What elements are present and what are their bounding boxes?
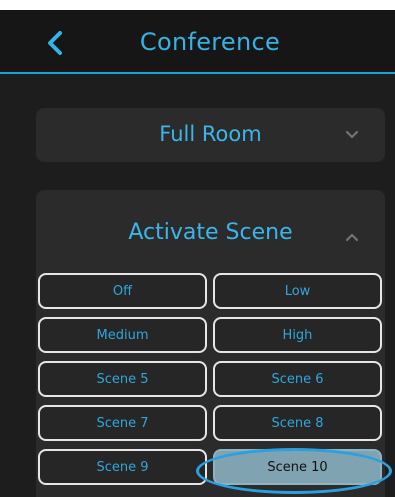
- scene-button-low[interactable]: Low: [213, 273, 382, 309]
- scene-button-scene-6[interactable]: Scene 6: [213, 361, 382, 397]
- header-divider: [0, 72, 395, 74]
- room-selector-label: Full Room: [159, 122, 262, 146]
- scene-button-scene-10[interactable]: Scene 10: [213, 449, 382, 485]
- scene-button-scene-8[interactable]: Scene 8: [213, 405, 382, 441]
- scene-panel-label[interactable]: Activate Scene: [36, 220, 385, 245]
- chevron-down-icon: [345, 128, 359, 142]
- header-bar: Conference: [0, 10, 395, 72]
- app-screen: Conference Full Room Activate Scene Off L…: [0, 10, 395, 497]
- scene-button-high[interactable]: High: [213, 317, 382, 353]
- chevron-up-icon[interactable]: [345, 230, 359, 244]
- scene-button-scene-5[interactable]: Scene 5: [38, 361, 207, 397]
- page-title: Conference: [139, 28, 281, 56]
- chevron-left-icon: [48, 31, 62, 55]
- scene-button-medium[interactable]: Medium: [38, 317, 207, 353]
- scene-button-grid: Off Low Medium High Scene 5 Scene 6 Scene 7 Sce…: [38, 273, 384, 485]
- scene-button-scene-9[interactable]: Scene 9: [38, 449, 207, 485]
- scene-button-scene-7[interactable]: Scene 7: [38, 405, 207, 441]
- room-selector[interactable]: Full Room: [36, 108, 385, 162]
- scene-button-off[interactable]: Off: [38, 273, 207, 309]
- back-button[interactable]: [40, 26, 70, 60]
